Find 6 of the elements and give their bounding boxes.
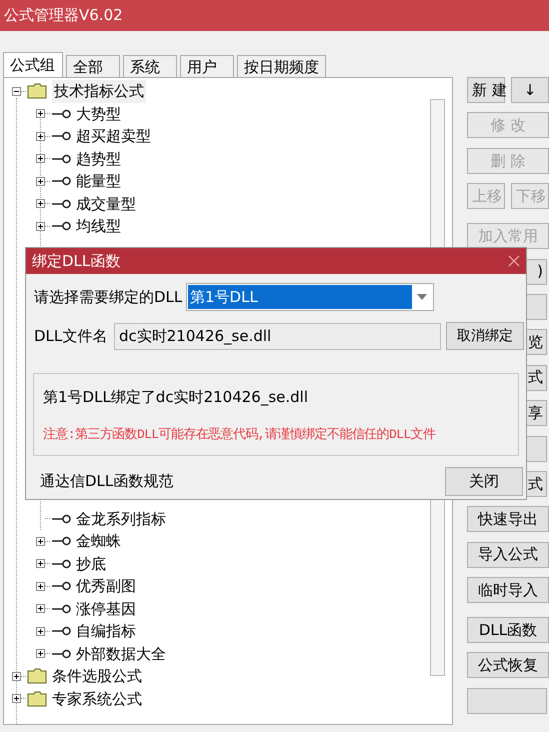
select-label: 请选择需要绑定的DLL [34, 286, 184, 308]
warning-text: 注意:第三方函数DLL可能存在恶意代码,请谨慎绑定不能信任的DLL文件 [43, 426, 436, 444]
file-label: DLL文件名 [34, 326, 108, 347]
binding-info: 第1号DLL绑定了dc实时210426_se.dll [43, 387, 310, 408]
window-title: 公式管理器V6.02 [4, 5, 123, 26]
dialog-title: 绑定DLL函数 [32, 250, 120, 272]
